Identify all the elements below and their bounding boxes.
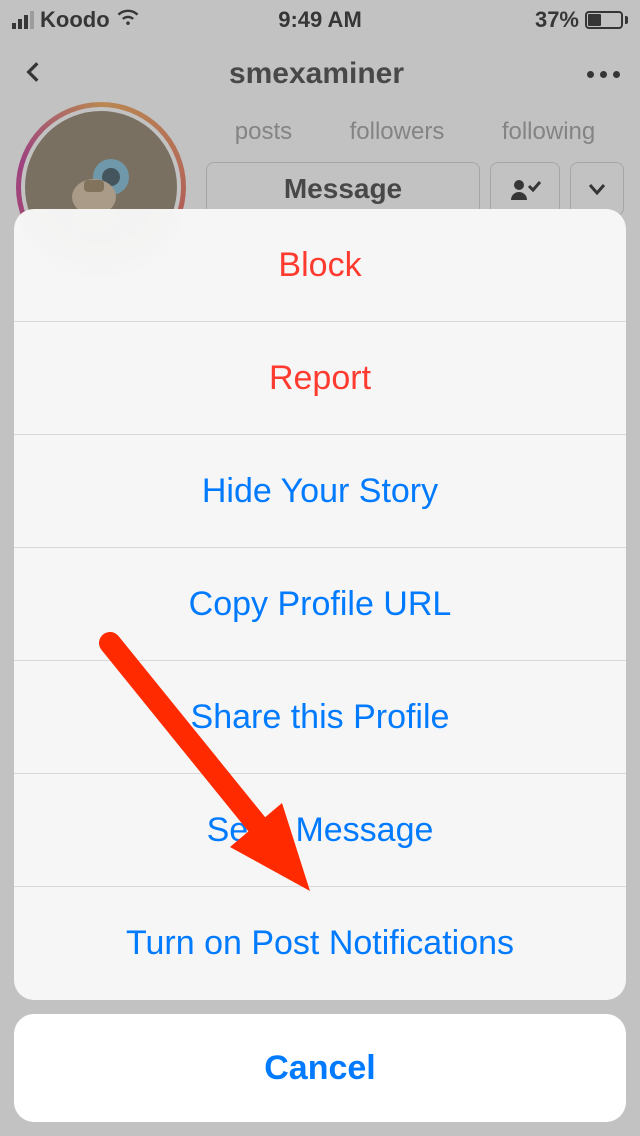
action-post-notifications[interactable]: Turn on Post Notifications: [14, 887, 626, 1000]
action-send-message[interactable]: Send Message: [14, 774, 626, 887]
action-hide-story[interactable]: Hide Your Story: [14, 435, 626, 548]
action-block[interactable]: Block: [14, 209, 626, 322]
action-cancel[interactable]: Cancel: [14, 1014, 626, 1122]
action-sheet-group: Block Report Hide Your Story Copy Profil…: [14, 209, 626, 1000]
action-share-profile[interactable]: Share this Profile: [14, 661, 626, 774]
action-copy-url[interactable]: Copy Profile URL: [14, 548, 626, 661]
action-report[interactable]: Report: [14, 322, 626, 435]
action-sheet: Block Report Hide Your Story Copy Profil…: [14, 209, 626, 1122]
